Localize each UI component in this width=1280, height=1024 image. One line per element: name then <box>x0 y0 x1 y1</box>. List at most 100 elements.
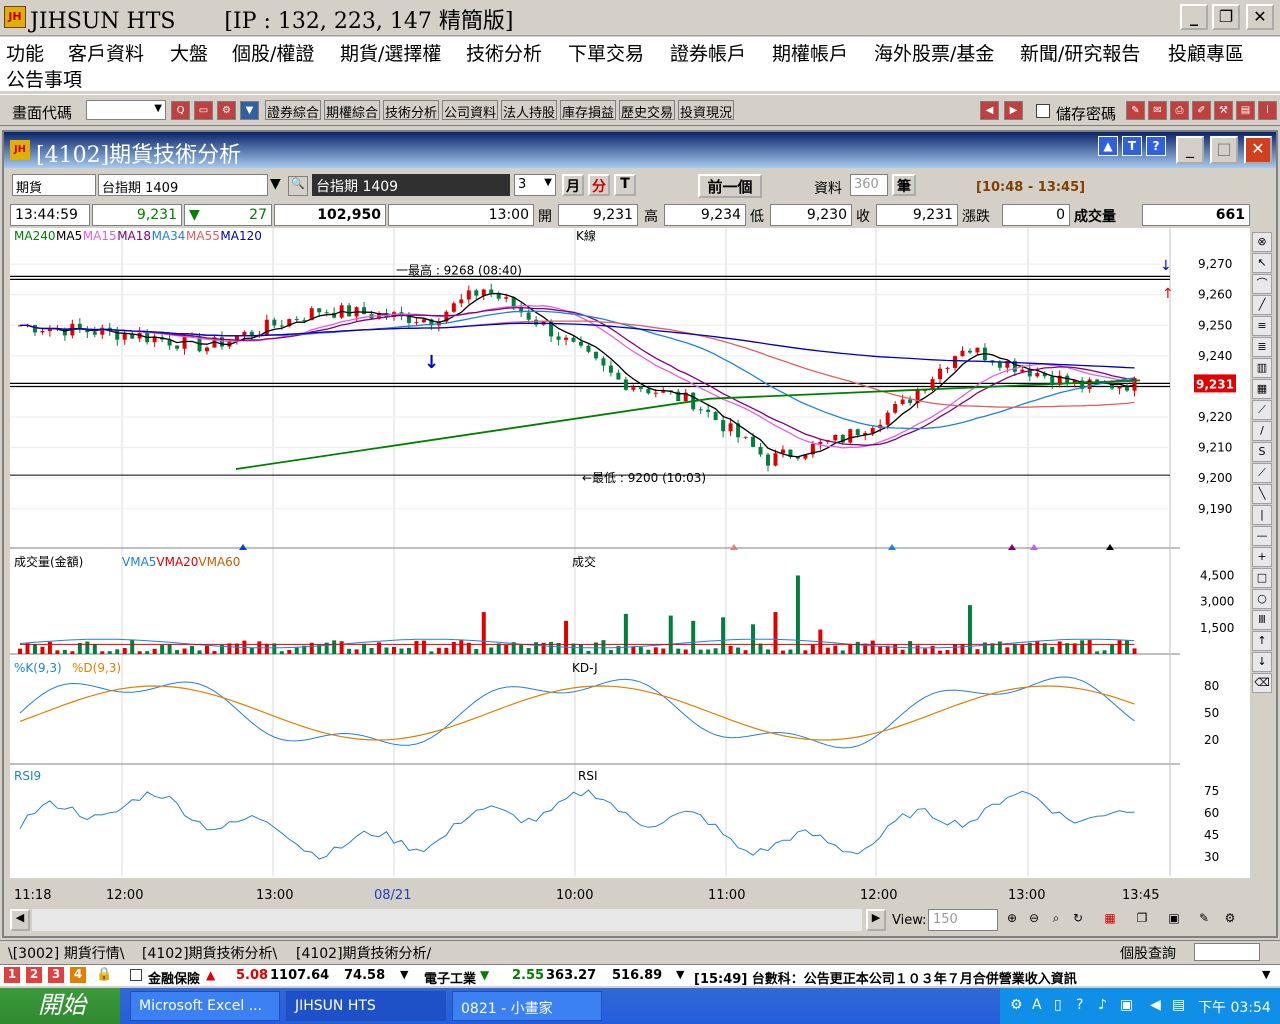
text-icon[interactable]: T <box>1122 136 1142 156</box>
menu-function[interactable]: 功能 <box>6 39 44 66</box>
data-count-field[interactable]: 360 <box>850 174 888 196</box>
search-icon[interactable]: Q <box>171 101 190 120</box>
start-button[interactable]: 開始 <box>0 988 120 1024</box>
clear-icon[interactable]: ⊗ <box>1252 232 1272 252</box>
settings-icon[interactable]: ⚙ <box>217 101 236 120</box>
menu-futures-options[interactable]: 期貨/選擇權 <box>340 39 441 66</box>
btn-investment[interactable]: 投資現況 <box>678 100 735 121</box>
ticker-checkbox[interactable] <box>130 969 142 981</box>
ticker-news[interactable]: [15:49] 台數科：公告更正本公司１０３年７月合併營業收入資訊 <box>694 968 1077 987</box>
tray-volume-icon[interactable]: ♪ <box>1098 997 1107 1013</box>
scroll-track[interactable] <box>32 909 862 931</box>
product-type-field[interactable]: 期貨 <box>12 174 96 196</box>
tick-button[interactable]: T <box>614 174 636 196</box>
stock-query-input[interactable] <box>1194 943 1260 961</box>
rectangle-icon[interactable]: □ <box>1252 568 1272 588</box>
ticker-page-3[interactable]: 3 <box>48 967 64 983</box>
window-icon[interactable]: ▭ <box>194 101 213 120</box>
menu-stock-warrant[interactable]: 個股/權證 <box>232 39 314 66</box>
bars-icon[interactable]: Ⅲ <box>1252 610 1272 630</box>
info-icon[interactable]: i <box>1258 101 1277 120</box>
period-select[interactable]: 3 ▼ <box>514 174 556 196</box>
lock-icon[interactable]: 🔒 <box>96 967 112 982</box>
arrow-left-icon[interactable]: ◀ <box>980 101 999 120</box>
arrow-right-icon[interactable]: ▶ <box>1004 101 1023 120</box>
tray-keyboard-icon[interactable]: ▯ <box>1054 997 1062 1013</box>
line-icon[interactable]: / <box>1252 421 1272 441</box>
previous-button[interactable]: 前一個 <box>698 174 762 198</box>
btn-company[interactable]: 公司資料 <box>442 100 499 121</box>
btn-securities-overview[interactable]: 證券綜合 <box>265 100 322 121</box>
window-close-button[interactable]: ✕ <box>1244 136 1272 164</box>
btn-technical[interactable]: 技術分析 <box>383 100 440 121</box>
tray-display-icon[interactable]: ▣ <box>1120 997 1133 1013</box>
trendline-icon[interactable]: ╱ <box>1252 295 1272 315</box>
month-button[interactable]: 月 <box>562 174 584 196</box>
tray-back-icon[interactable]: ◀ <box>1150 997 1161 1013</box>
screen-code-select[interactable]: ▼ <box>86 100 166 120</box>
window-minimize-button[interactable]: _ <box>1176 136 1204 164</box>
tab-futures-quote[interactable]: \[3002] 期貨行情\ <box>8 943 124 963</box>
symbol-dropdown-icon[interactable]: ▼ <box>270 176 281 192</box>
copy-icon[interactable]: ❐ <box>1132 911 1152 931</box>
tab-tech-analysis-1[interactable]: [4102]期貨技術分析\ <box>142 943 277 963</box>
unit-button[interactable]: 筆 <box>892 174 916 196</box>
menu-futures-account[interactable]: 期權帳戶 <box>772 39 848 66</box>
ticker-dropdown-3-icon[interactable]: ▼ <box>1262 968 1270 981</box>
tray-ime-icon[interactable]: A <box>1032 997 1042 1013</box>
minute-button[interactable]: 分 <box>588 174 610 196</box>
symbol-field[interactable]: 台指期 1409 <box>98 174 268 196</box>
tool-icon[interactable]: ⚒ <box>1214 101 1233 120</box>
grid-icon[interactable]: ▥ <box>1252 358 1272 378</box>
cross-icon[interactable]: + <box>1252 547 1272 567</box>
tray-pc-icon[interactable]: ▤ <box>1172 997 1185 1013</box>
tab-tech-analysis-2[interactable]: [4102]期貨技術分析/ <box>296 943 431 963</box>
taskbar-jihsun[interactable]: JIHSUN HTS <box>286 991 446 1021</box>
horizontal-line-icon[interactable]: — <box>1252 526 1272 546</box>
draw-pen-icon[interactable]: ✎ <box>1194 911 1214 931</box>
pattern-icon[interactable]: ▦ <box>1252 379 1272 399</box>
ticker-page-4[interactable]: 4 <box>70 967 86 983</box>
restore-button[interactable]: ❐ <box>1212 4 1240 30</box>
refresh-icon[interactable]: ↻ <box>1068 911 1088 931</box>
eraser-icon[interactable]: ⌫ <box>1252 673 1272 693</box>
menu-technical[interactable]: 技術分析 <box>466 39 542 66</box>
gear-icon[interactable]: ⚙ <box>1220 911 1240 931</box>
menu-customer[interactable]: 客戶資料 <box>68 39 144 66</box>
menu-securities-account[interactable]: 證券帳戶 <box>670 39 746 66</box>
triangle-icon[interactable]: ▲ <box>1098 136 1118 156</box>
cursor-icon[interactable]: ↖ <box>1252 253 1272 273</box>
scroll-left-button[interactable]: ◀ <box>10 909 30 931</box>
fan-icon[interactable]: ⟋ <box>1252 400 1272 420</box>
chart-icon[interactable]: ▤ <box>1236 101 1255 120</box>
window-maximize-button[interactable]: □ <box>1210 136 1238 164</box>
zoom-out-icon[interactable]: ⊖ <box>1024 911 1044 931</box>
magnifier-icon[interactable]: 🔍 <box>288 176 308 196</box>
ellipse-icon[interactable]: ○ <box>1252 589 1272 609</box>
ticker-page-2[interactable]: 2 <box>26 967 42 983</box>
print-icon[interactable]: ⎙ <box>1170 101 1189 120</box>
minimize-button[interactable]: _ <box>1180 4 1208 30</box>
indicator-icon[interactable]: ▦ <box>1100 911 1120 931</box>
view-value-field[interactable]: 150 <box>928 909 998 931</box>
channel-icon[interactable]: ≣ <box>1252 337 1272 357</box>
btn-inventory[interactable]: 庫存損益 <box>560 100 617 121</box>
zoom-in-icon[interactable]: ⊕ <box>1002 911 1022 931</box>
ticker-dropdown-1-icon[interactable]: ▼ <box>400 968 408 981</box>
tray-network-icon[interactable]: ⚙ <box>1010 997 1023 1013</box>
menu-advisory[interactable]: 投顧專區 <box>1168 39 1244 66</box>
btn-history[interactable]: 歷史交易 <box>619 100 676 121</box>
ticker-page-1[interactable]: 1 <box>4 967 20 983</box>
diagonal-icon[interactable]: ╲ <box>1252 484 1272 504</box>
taskbar-excel[interactable]: Microsoft Excel ... <box>130 991 280 1021</box>
price-chart[interactable]: MA240 MA5 MA15 MA18 MA34 MA55 MA120 K線 9,270 9,26… <box>10 228 1250 878</box>
close-button[interactable]: ✕ <box>1246 4 1274 30</box>
down-arrow-tool-icon[interactable]: ↓ <box>1252 652 1272 672</box>
tray-help-icon[interactable]: ? <box>1076 997 1083 1013</box>
scroll-right-button[interactable]: ▶ <box>866 909 886 931</box>
menu-market[interactable]: 大盤 <box>170 39 208 66</box>
menu-announcement[interactable]: 公告事項 <box>6 65 82 92</box>
dropdown-icon[interactable]: ▼ <box>240 101 259 120</box>
vertical-line-icon[interactable]: | <box>1252 505 1272 525</box>
pen-icon[interactable]: ✎ <box>1126 101 1145 120</box>
